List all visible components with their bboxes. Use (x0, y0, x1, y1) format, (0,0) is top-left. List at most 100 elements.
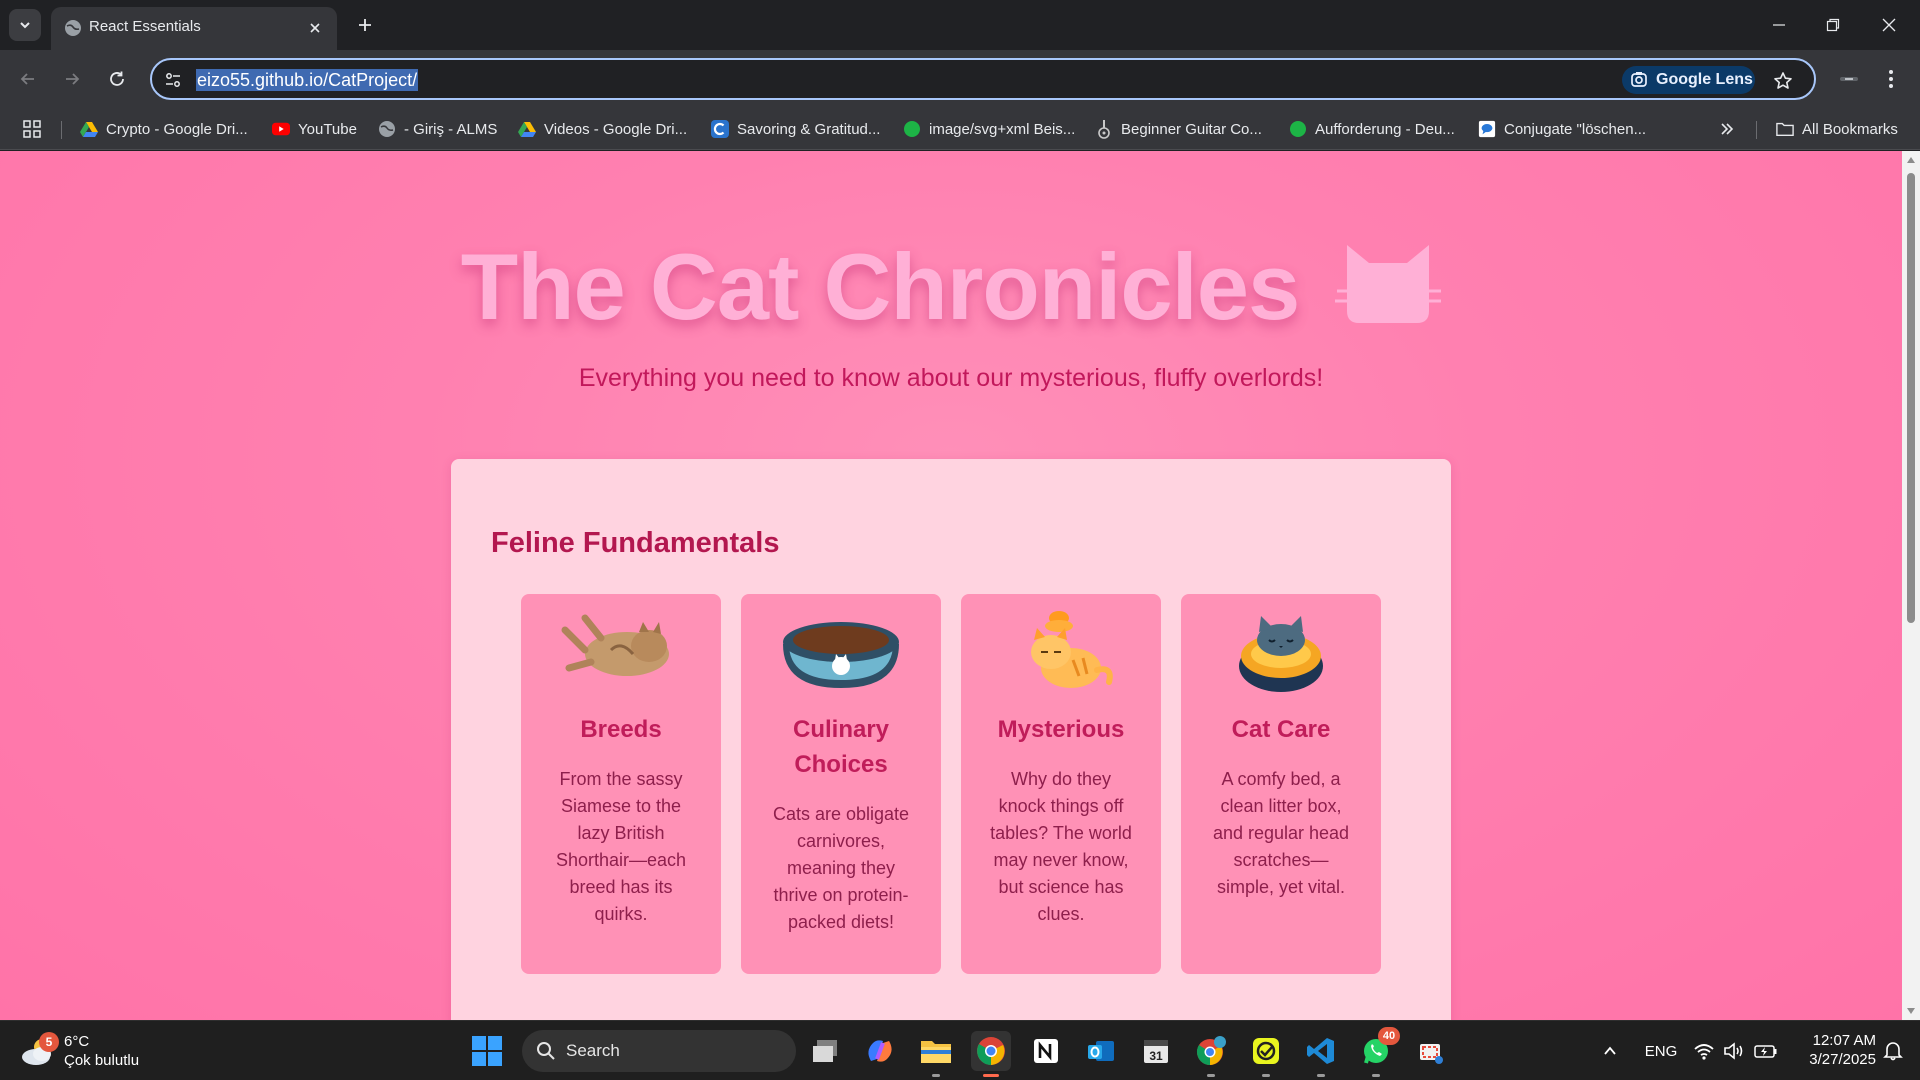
bookmark-label: Videos - Google Dri... (544, 120, 688, 138)
chevron-up-icon (1604, 1046, 1616, 1055)
forward-button[interactable] (56, 63, 88, 95)
feature-description: Cats are obligate carnivores, meaning th… (772, 804, 910, 932)
chrome-profile-icon (1196, 1036, 1226, 1066)
globe-icon (378, 120, 396, 138)
browser-toolbar: eizo55.github.io/CatProject/ Google Lens (0, 50, 1920, 108)
reload-button[interactable] (101, 63, 133, 95)
back-button[interactable] (12, 63, 44, 95)
notion-button[interactable] (1026, 1031, 1066, 1071)
plus-icon (359, 19, 371, 31)
wifi-button[interactable] (1692, 1037, 1716, 1065)
chrome-icon (977, 1037, 1005, 1065)
taskbar-search-box[interactable]: Search (522, 1030, 796, 1072)
language-indicator[interactable]: ENG (1642, 1037, 1680, 1065)
apps-grid-icon (23, 120, 41, 138)
browser-menu-button[interactable] (1876, 64, 1906, 94)
wifi-icon (1694, 1044, 1714, 1060)
bookmark-image-svg[interactable]: image/svg+xml Beis... (903, 116, 1075, 142)
scroll-down-arrow-icon[interactable] (1906, 1006, 1916, 1016)
url-text[interactable]: eizo55.github.io/CatProject/ (196, 69, 419, 91)
green-dot-icon (1289, 120, 1307, 138)
google-lens-icon (1631, 72, 1647, 87)
bookmark-guitar[interactable]: Beginner Guitar Co... (1095, 116, 1262, 142)
feature-card-mysterious: Mysterious Why do they knock things off … (961, 594, 1161, 974)
google-drive-icon (80, 120, 98, 138)
running-indicator (1317, 1074, 1325, 1077)
feature-description: A comfy bed, a clean litter box, and reg… (1212, 769, 1350, 897)
running-indicator (932, 1074, 940, 1077)
google-lens-button[interactable]: Google Lens (1622, 66, 1755, 94)
bookmark-conjugate[interactable]: Conjugate "löschen... (1478, 116, 1646, 142)
running-indicator (1262, 1074, 1270, 1077)
calendar-button[interactable]: 31 (1136, 1031, 1176, 1071)
bookmark-youtube[interactable]: YouTube (272, 116, 357, 142)
system-clock[interactable]: 12:07 AM 3/27/2025 (1790, 1031, 1876, 1069)
copilot-button[interactable] (860, 1031, 900, 1071)
bookmark-alms[interactable]: - Giriş - ALMS (378, 116, 497, 142)
chevron-double-right-icon (1721, 123, 1734, 135)
lying-cat-icon (561, 614, 669, 676)
tab-search-button[interactable] (9, 9, 41, 41)
all-bookmarks-button[interactable]: All Bookmarks (1776, 116, 1898, 142)
scroll-thumb[interactable] (1907, 173, 1915, 623)
running-indicator (1207, 1074, 1215, 1077)
tab-react-essentials[interactable]: React Essentials (51, 7, 337, 50)
green-dot-icon (903, 120, 921, 138)
new-tab-button[interactable] (352, 12, 378, 38)
weather-widget[interactable]: 5 6°C Çok bulutlu (20, 1029, 160, 1073)
address-bar[interactable]: eizo55.github.io/CatProject/ Google Lens (150, 58, 1816, 100)
apps-button[interactable] (22, 116, 42, 142)
bookmark-label: - Giriş - ALMS (404, 120, 498, 138)
todo-app-button[interactable] (1246, 1031, 1286, 1077)
show-hidden-icons-button[interactable] (1598, 1037, 1622, 1065)
chrome-button[interactable] (971, 1031, 1011, 1077)
feature-card-culinary-choices: Culinary Choices Cats are obligate carni… (741, 594, 941, 974)
vscode-button[interactable] (1301, 1031, 1341, 1077)
guitar-icon (1095, 120, 1113, 139)
close-window-button[interactable] (1862, 0, 1916, 50)
chrome-profile-button[interactable] (1191, 1031, 1231, 1077)
bookmarks-divider (61, 121, 62, 139)
whatsapp-button[interactable]: 40 (1356, 1027, 1400, 1077)
search-icon (537, 1042, 555, 1060)
close-tab-button[interactable] (305, 18, 325, 38)
feature-title: Cat Care (1231, 716, 1331, 743)
folder-icon (1776, 120, 1794, 138)
task-view-button[interactable] (806, 1031, 846, 1071)
feature-title: Culinary Choices (792, 716, 890, 778)
battery-charging-icon (1754, 1045, 1777, 1058)
bookmarks-divider (1756, 121, 1757, 139)
scroll-up-arrow-icon[interactable] (1906, 155, 1916, 165)
feature-description: Why do they knock things off tables? The… (990, 769, 1132, 924)
volume-button[interactable] (1722, 1037, 1746, 1065)
notification-bell-icon[interactable] (1882, 1039, 1904, 1061)
restore-button[interactable] (1806, 0, 1860, 50)
google-drive-icon (518, 120, 536, 138)
snipping-tool-button[interactable] (1411, 1031, 1451, 1071)
outlook-button[interactable] (1081, 1031, 1121, 1071)
bookmark-label: Beginner Guitar Co... (1121, 120, 1262, 138)
bookmark-star-button[interactable] (1770, 68, 1796, 94)
more-bookmarks-button[interactable] (1719, 116, 1735, 142)
page-title-text: The Cat Chronicles (460, 234, 1301, 339)
feature-title: Mysterious (997, 716, 1125, 743)
file-explorer-button[interactable] (916, 1031, 956, 1077)
close-icon (1882, 18, 1896, 32)
globe-icon (65, 20, 81, 36)
active-indicator (983, 1074, 999, 1077)
profile-button[interactable] (1834, 64, 1864, 94)
food-bowl-icon (783, 622, 899, 688)
bookmark-aufforderung[interactable]: Aufforderung - Deu... (1289, 116, 1455, 142)
windows-start-icon[interactable] (470, 1034, 504, 1068)
bookmark-label: Aufforderung - Deu... (1315, 120, 1455, 138)
bookmark-crypto[interactable]: Crypto - Google Dri... (80, 116, 248, 142)
battery-button[interactable] (1753, 1037, 1779, 1065)
bookmark-videos[interactable]: Videos - Google Dri... (518, 116, 687, 142)
minimize-button[interactable] (1752, 0, 1806, 50)
bookmark-savoring[interactable]: Savoring & Gratitud... (711, 116, 880, 142)
copilot-icon (868, 1040, 892, 1062)
taskbar-search-label: Search (566, 1041, 620, 1060)
task-view-icon (813, 1040, 837, 1062)
site-info-button[interactable] (162, 69, 184, 91)
page-scrollbar[interactable] (1902, 151, 1920, 1020)
